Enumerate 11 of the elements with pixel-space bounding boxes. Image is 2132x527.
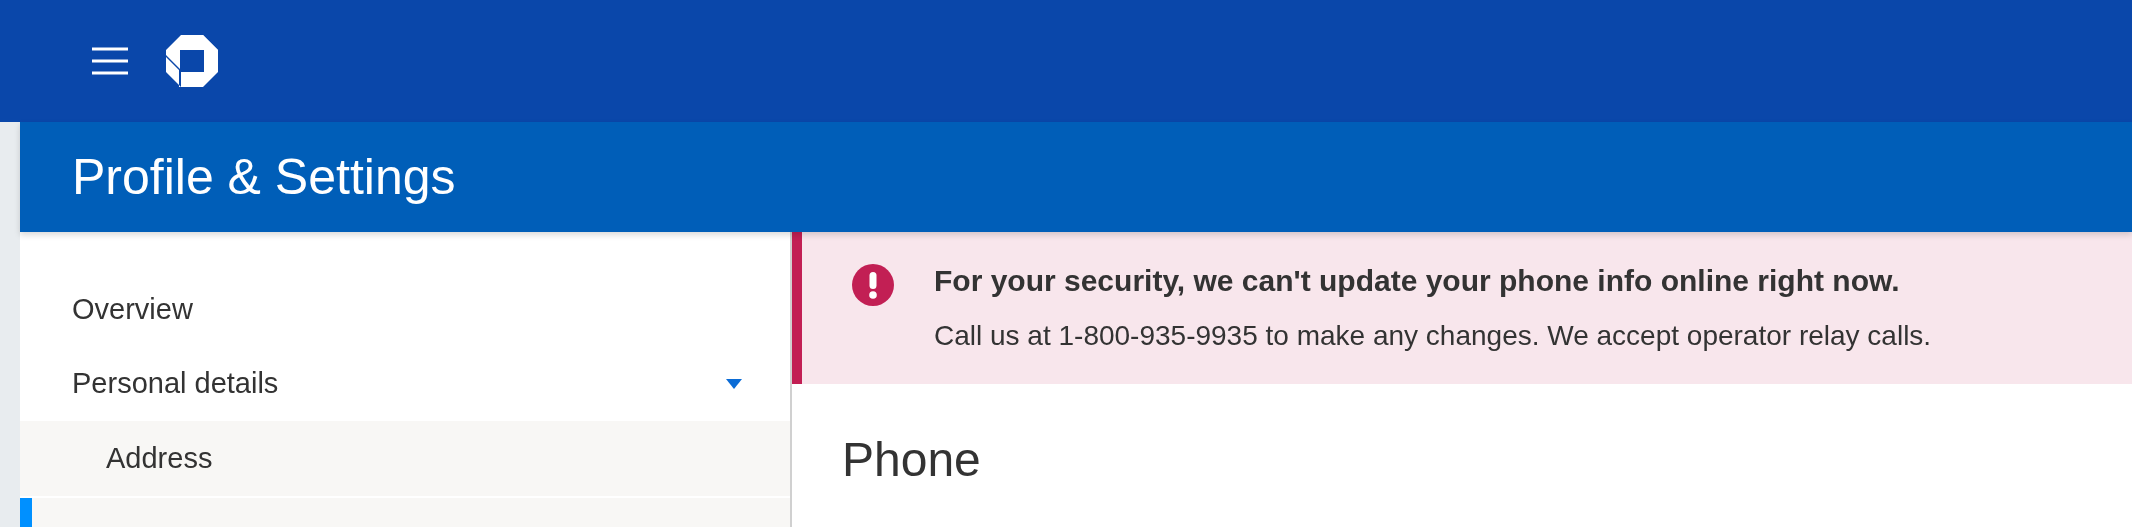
logo-icon[interactable]: [166, 35, 218, 87]
sidebar-item[interactable]: Personal details: [20, 346, 790, 422]
alert-title: For your security, we can't update your phone info online right now.: [934, 264, 1901, 298]
selection-indicator: [20, 497, 32, 527]
menu-icon[interactable]: [92, 47, 128, 75]
sidebar-item[interactable]: Overview: [20, 272, 790, 347]
section-title: Phone: [842, 432, 982, 487]
page-title: Profile & Settings: [72, 148, 456, 206]
alert-message: Call us at 1-800-935-9935 to make any changes. We accept operator relay calls.: [934, 320, 1932, 352]
warning-icon: [852, 264, 894, 306]
sidebar-subitem[interactable]: Address: [20, 421, 790, 498]
